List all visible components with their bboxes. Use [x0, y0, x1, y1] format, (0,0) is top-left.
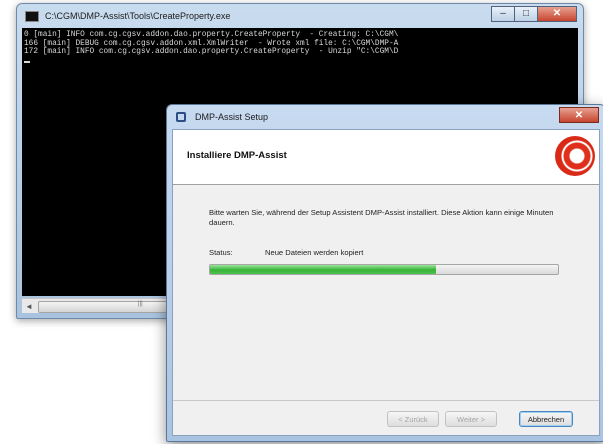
- console-line: 166 [main] DEBUG com.cg.cgsv.addon.xml.X…: [24, 39, 399, 48]
- setup-dialog[interactable]: DMP-Assist Setup ✕ Installiere DMP-Assis…: [166, 104, 603, 442]
- console-close-button[interactable]: ✕: [537, 6, 577, 22]
- minimize-button[interactable]: –: [491, 6, 515, 22]
- logo-icon: [555, 136, 595, 176]
- console-line: 0 [main] INFO com.cg.cgsv.addon.dao.prop…: [24, 31, 399, 39]
- setup-close-button[interactable]: ✕: [559, 107, 599, 123]
- install-description: Bitte warten Sie, während der Setup Assi…: [209, 208, 554, 227]
- status-text: Neue Dateien werden kopiert: [265, 248, 364, 257]
- back-button[interactable]: < Zurück: [387, 411, 439, 427]
- console-title: C:\CGM\DMP-Assist\Tools\CreateProperty.e…: [45, 11, 231, 21]
- cancel-button[interactable]: Abbrechen: [519, 411, 573, 427]
- maximize-button[interactable]: □: [514, 6, 538, 22]
- scroll-left-icon[interactable]: ◄: [22, 299, 36, 313]
- setup-title: DMP-Assist Setup: [195, 112, 269, 122]
- status-label: Status:: [209, 248, 233, 257]
- setup-client-area: Installiere DMP-Assist Bitte warten Sie,…: [172, 129, 600, 436]
- console-app-icon: [25, 10, 39, 22]
- setup-titlebar[interactable]: DMP-Assist Setup: [167, 105, 603, 129]
- scroll-grip-icon: |||: [138, 301, 143, 307]
- next-button[interactable]: Weiter >: [445, 411, 497, 427]
- setup-footer: < Zurück Weiter > Abbrechen: [173, 400, 599, 435]
- install-progress-bar: [209, 264, 559, 275]
- banner-title: Installiere DMP-Assist: [187, 150, 287, 161]
- setup-banner: Installiere DMP-Assist: [173, 130, 599, 185]
- console-window-buttons: – □ ✕: [491, 6, 577, 22]
- console-line: 172 [main] INFO com.cg.cgsv.addon.dao.pr…: [24, 48, 399, 57]
- setup-app-icon: [175, 110, 189, 124]
- progress-fill: [210, 265, 437, 274]
- console-cursor: [24, 60, 30, 63]
